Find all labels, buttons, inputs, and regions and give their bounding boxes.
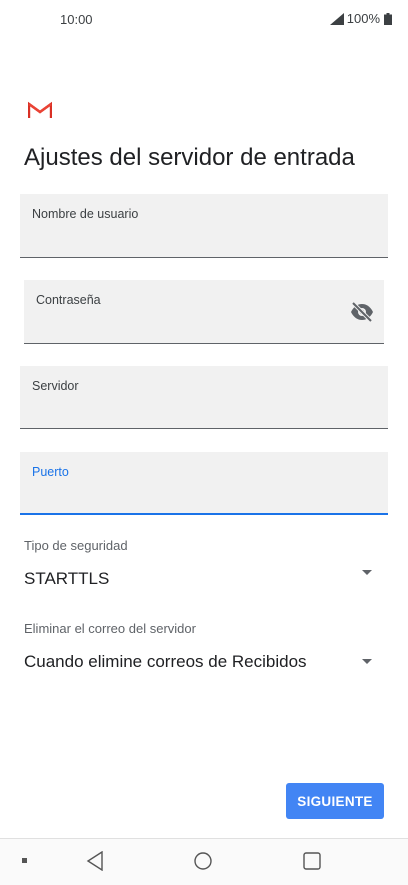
security-type-value[interactable]: STARTTLS [24,569,109,589]
server-label: Servidor [32,379,79,393]
signal-icon [329,12,344,25]
back-icon[interactable] [86,851,104,871]
delete-mail-label: Eliminar el correo del servidor [24,621,196,636]
page-title: Ajustes del servidor de entrada [24,144,355,171]
server-field[interactable]: Servidor [20,366,388,429]
battery-percent: 100% [346,11,380,26]
gmail-logo-icon [28,101,52,118]
security-type-label: Tipo de seguridad [24,538,128,553]
port-field[interactable]: Puerto [20,452,388,515]
status-bar: 10:00 100% [0,0,408,40]
password-field[interactable]: Contraseña [24,280,384,344]
port-label: Puerto [32,465,69,479]
password-label: Contraseña [36,293,101,307]
battery-icon [384,12,392,25]
security-type-chevron-down-icon[interactable] [362,570,372,575]
status-time: 10:00 [60,12,93,27]
username-label: Nombre de usuario [32,207,139,221]
visibility-off-icon[interactable] [350,302,374,322]
recent-apps-icon[interactable] [303,852,321,870]
status-indicators: 100% [329,11,392,26]
delete-mail-chevron-down-icon[interactable] [362,659,372,664]
next-button[interactable]: SIGUIENTE [286,783,384,819]
username-field[interactable]: Nombre de usuario [20,194,388,258]
navigation-bar [0,838,408,885]
nav-indicator-dot [22,858,27,863]
delete-mail-value[interactable]: Cuando elimine correos de Recibidos [24,652,307,672]
home-icon[interactable] [194,852,212,870]
